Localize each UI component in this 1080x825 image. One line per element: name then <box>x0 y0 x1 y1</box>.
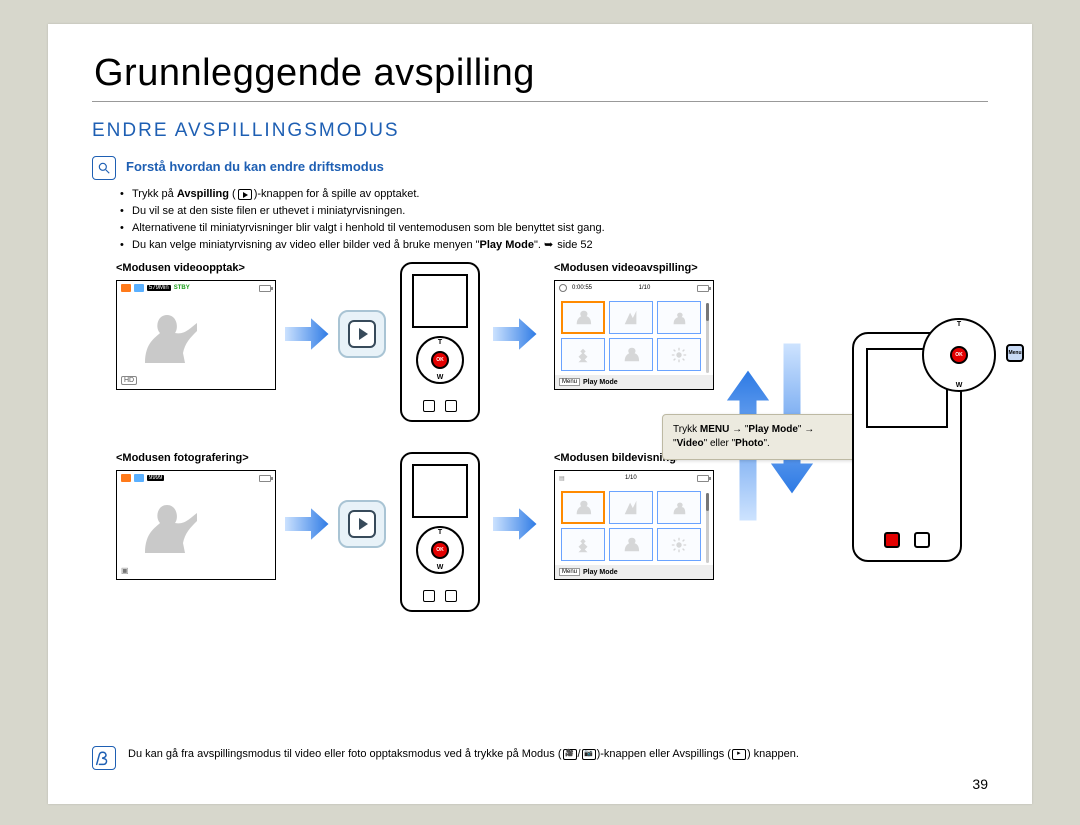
device-button[interactable] <box>445 400 457 412</box>
storage-icon <box>121 284 131 292</box>
tip-bullet: Du vil se at den siste filen er uthevet … <box>132 203 988 220</box>
tip-title: Forstå hvordan du kan endre driftsmodus <box>126 156 384 174</box>
mode-diagram: <Modusen videoopptak> <Modusen videoavsp… <box>92 262 988 692</box>
device-button[interactable] <box>423 400 435 412</box>
thumbnail[interactable] <box>657 491 701 524</box>
menu-chip: Menu <box>559 568 580 576</box>
camcorder-device: OKTW <box>400 452 480 612</box>
device-button[interactable] <box>445 590 457 602</box>
menu-button[interactable]: Menu <box>1006 344 1024 362</box>
battery-icon <box>259 475 271 482</box>
scrollbar[interactable] <box>706 493 709 563</box>
arrow-right-icon <box>282 502 332 546</box>
photo-remaining: 9999 <box>147 475 164 481</box>
thumbnail[interactable] <box>561 491 605 524</box>
device-record-button[interactable] <box>884 532 900 548</box>
clip-time: 0:00:55 <box>572 285 592 291</box>
battery-icon <box>697 285 709 292</box>
arrow-right-icon <box>490 502 540 546</box>
arrow-right-icon <box>282 312 332 356</box>
battery-icon <box>697 475 709 482</box>
chapter-title: Grunnleggende avspilling <box>92 52 988 102</box>
storage-icon <box>121 474 131 482</box>
mode-chip-icon <box>134 284 144 292</box>
thumbnail[interactable] <box>609 528 653 561</box>
battery-icon <box>259 285 271 292</box>
tip-bullet: Trykk på Avspilling ()-knappen for å spi… <box>132 186 988 203</box>
screen-video-record: 579Min STBY HD <box>116 280 276 390</box>
label-video-record: <Modusen videoopptak> <box>116 262 245 274</box>
tip-bullet: Du kan velge miniatyrvisning av video el… <box>132 237 988 254</box>
section-title: ENDRE AVSPILLINGSMODUS <box>92 120 988 142</box>
photo-mode-icon: 📷 <box>582 749 596 760</box>
arrow-right-icon <box>490 312 540 356</box>
thumbnail[interactable] <box>609 491 653 524</box>
thumbnail[interactable] <box>561 338 605 371</box>
camcorder-device: OKTW <box>400 262 480 422</box>
page-number: 39 <box>972 776 988 792</box>
magnifier-icon <box>92 156 116 180</box>
thumbnail[interactable] <box>657 528 701 561</box>
screen-photo-record: 9999 ▣ <box>116 470 276 580</box>
dpad-large[interactable]: OKTWMenu <box>922 318 996 392</box>
time-remaining: 579Min <box>147 285 171 291</box>
play-button[interactable] <box>338 310 386 358</box>
screen-video-playback: 0:00:55 1/10 MenuPlay Mode <box>554 280 714 390</box>
scrollbar[interactable] <box>706 303 709 373</box>
dpad[interactable]: OKTW <box>416 336 464 384</box>
device-button[interactable] <box>914 532 930 548</box>
thumbnail[interactable] <box>657 301 701 334</box>
mode-chip-icon <box>134 474 144 482</box>
dpad[interactable]: OKTW <box>416 526 464 574</box>
subject-silhouette-icon <box>135 303 205 373</box>
play-icon: ▸ <box>732 749 746 760</box>
label-video-playback: <Modusen videoavspilling> <box>554 262 698 274</box>
thumbnail[interactable] <box>561 528 605 561</box>
playmode-label: Play Mode <box>583 569 618 576</box>
clip-index: 1/10 <box>625 475 637 481</box>
menu-chip: Menu <box>559 378 580 386</box>
clip-index: 1/10 <box>639 285 651 291</box>
thumbnail[interactable] <box>609 301 653 334</box>
play-button[interactable] <box>338 500 386 548</box>
thumbnail[interactable] <box>657 338 701 371</box>
screen-photo-playback: ▤ 1/10 MenuPlay Mode <box>554 470 714 580</box>
note-icon <box>92 746 116 770</box>
camera-mode-icon: ▣ <box>121 566 129 575</box>
hd-badge: HD <box>121 376 137 385</box>
disc-icon <box>559 284 567 292</box>
menu-callout: Trykk MENU → "Play Mode" → "Video" eller… <box>662 414 862 460</box>
play-icon <box>238 189 252 200</box>
video-mode-icon: 🎥 <box>563 749 577 760</box>
subject-silhouette-icon <box>135 493 205 563</box>
label-photo-record: <Modusen fotografering> <box>116 452 249 464</box>
playmode-label: Play Mode <box>583 379 618 386</box>
tip-bullet-list: Trykk på Avspilling ()-knappen for å spi… <box>92 186 988 254</box>
thumbnail[interactable] <box>609 338 653 371</box>
tip-bullet: Alternativene til miniatyrvisninger blir… <box>132 220 988 237</box>
status-stby: STBY <box>174 285 190 291</box>
footnote: Du kan gå fra avspillingsmodus til video… <box>128 746 799 763</box>
device-button[interactable] <box>423 590 435 602</box>
page-ref: side 52 <box>544 239 593 251</box>
thumbnail[interactable] <box>561 301 605 334</box>
